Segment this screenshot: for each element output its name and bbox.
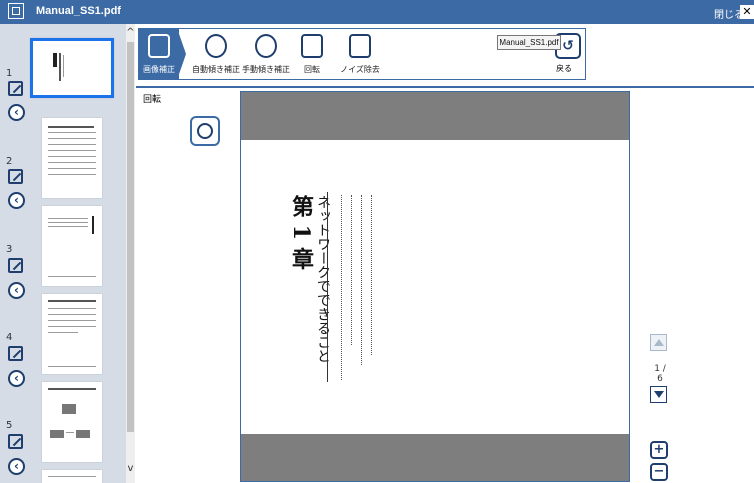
scroll-up-arrow[interactable]: ^ <box>126 28 135 38</box>
image-correction-icon <box>148 34 170 58</box>
rotate-page-icon[interactable]: ‹ <box>8 458 25 475</box>
tool-label: 手動傾き補正 <box>242 65 290 74</box>
auto-skew-icon <box>205 34 227 58</box>
edit-page-icon[interactable] <box>8 434 23 449</box>
edit-page-icon[interactable] <box>8 81 23 96</box>
prev-page-button[interactable] <box>650 334 667 351</box>
thumbnail-page-1[interactable] <box>30 38 114 98</box>
chapter-title: ネットワークでできること <box>315 195 331 363</box>
manual-skew-icon <box>255 34 277 58</box>
tool-manual-skew[interactable]: 手動傾き補正 <box>239 29 293 79</box>
scroll-down-arrow[interactable]: v <box>126 464 135 474</box>
tool-label: ノイズ除去 <box>340 65 380 74</box>
rotate-icon <box>197 123 213 139</box>
page-number: 3 <box>6 244 13 255</box>
scrollbar-thumb[interactable] <box>127 42 134 432</box>
thumbnail-page-6[interactable] <box>42 470 102 483</box>
tool-label: 自動傾き補正 <box>192 65 240 74</box>
edit-page-icon[interactable] <box>8 346 23 361</box>
rotate-page-icon[interactable]: ‹ <box>8 192 25 209</box>
thumbnail-page-4[interactable] <box>42 294 102 374</box>
tooltip: Manual_SS1.pdf <box>497 35 561 50</box>
thumbnail-page-3[interactable] <box>42 206 102 286</box>
zoom-in-icon[interactable]: + <box>650 441 668 459</box>
tool-auto-skew[interactable]: 自動傾き補正 <box>191 29 241 79</box>
rotate-page-icon[interactable]: ‹ <box>8 282 25 299</box>
next-page-button[interactable] <box>650 386 667 403</box>
document-preview: 第 1 章 ネットワークでできること <box>240 91 630 482</box>
rotate-page-icon[interactable]: ‹ <box>8 104 25 121</box>
thumbnail-page-2[interactable] <box>42 118 102 198</box>
tool-label: 画像補正 <box>143 65 175 74</box>
noise-removal-icon <box>349 34 371 58</box>
tool-label: 回転 <box>304 65 320 74</box>
active-tool-pointer <box>177 28 186 80</box>
page-indicator: 1 / 6 <box>654 364 666 384</box>
close-icon[interactable]: ✕ <box>740 5 754 19</box>
thumbnail-sidebar: 1 ‹ 2 ‹ 3 ‹ 4 ‹ 5 ‹ <box>0 24 126 483</box>
page-margin-top <box>241 92 629 140</box>
page-number: 5 <box>6 420 13 431</box>
edit-page-icon[interactable] <box>8 258 23 273</box>
section-label: 回転 <box>143 95 162 105</box>
thumbnail-page-5[interactable] <box>42 382 102 462</box>
tool-image-correction[interactable]: 画像補正 <box>139 29 179 79</box>
tool-noise-removal[interactable]: ノイズ除去 <box>337 29 383 79</box>
tool-rotate[interactable]: 回転 <box>295 29 329 79</box>
title-bar: Manual_SS1.pdf 閉じる ✕ <box>0 0 754 24</box>
window-title: Manual_SS1.pdf <box>36 5 121 17</box>
page-number: 2 <box>6 156 13 167</box>
app-icon <box>8 3 24 19</box>
back-label[interactable]: 戻る <box>556 63 572 74</box>
page-number: 1 <box>6 68 13 79</box>
title-rule <box>327 192 328 382</box>
rotate-page-icon[interactable]: ‹ <box>8 370 25 387</box>
toolbar-divider <box>136 86 754 88</box>
rotate-button[interactable] <box>190 116 220 146</box>
edit-page-icon[interactable] <box>8 169 23 184</box>
zoom-out-icon[interactable]: − <box>650 463 668 481</box>
page-margin-bottom <box>241 434 629 481</box>
page-number: 4 <box>6 332 13 343</box>
sidebar-scrollbar[interactable]: ^ v <box>126 24 135 483</box>
rotate-icon <box>301 34 323 58</box>
